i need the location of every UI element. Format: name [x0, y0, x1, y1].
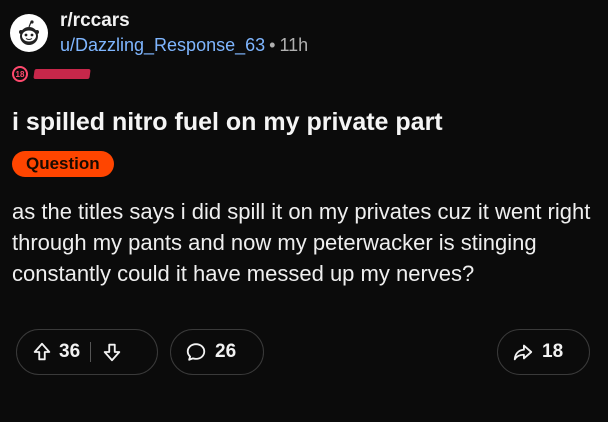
comment-icon-wrap [185, 341, 207, 363]
vote-count: 36 [59, 341, 81, 362]
post-flair[interactable]: Question [12, 151, 114, 177]
upvote-button[interactable] [31, 341, 53, 363]
arrow-up-icon [33, 342, 51, 361]
redacted-label [33, 69, 91, 79]
comment-bubble-icon [186, 343, 206, 361]
subreddit-avatar[interactable] [10, 14, 48, 52]
author-username[interactable]: u/Dazzling_Response_63 [60, 35, 265, 55]
vote-pill: 36 [16, 329, 158, 375]
vote-divider [90, 342, 92, 362]
post-age: 11h [279, 35, 309, 55]
post-title[interactable]: i spilled nitro fuel on my private part [12, 106, 598, 138]
snoo-avatar-icon [19, 20, 39, 45]
share-arrow-icon [513, 344, 533, 361]
post-body: as the titles says i did spill it on my … [12, 199, 591, 286]
share-icon-wrap [512, 341, 534, 363]
nsfw-row: 18 [12, 66, 91, 82]
nsfw-badge: 18 [12, 66, 28, 82]
comment-count: 26 [215, 341, 237, 362]
downvote-button[interactable] [101, 341, 123, 363]
byline: u/Dazzling_Response_63 • 11h [60, 34, 308, 56]
share-count: 18 [542, 341, 564, 362]
arrow-down-icon [103, 343, 121, 362]
separator-dot: • [269, 35, 276, 55]
share-button[interactable]: 18 [497, 329, 590, 375]
post-meta: r/rccars u/Dazzling_Response_63 • 11h [60, 10, 308, 56]
subreddit-name[interactable]: r/rccars [60, 10, 308, 32]
comments-button[interactable]: 26 [170, 329, 264, 375]
post-header: r/rccars u/Dazzling_Response_63 • 11h [10, 8, 308, 58]
